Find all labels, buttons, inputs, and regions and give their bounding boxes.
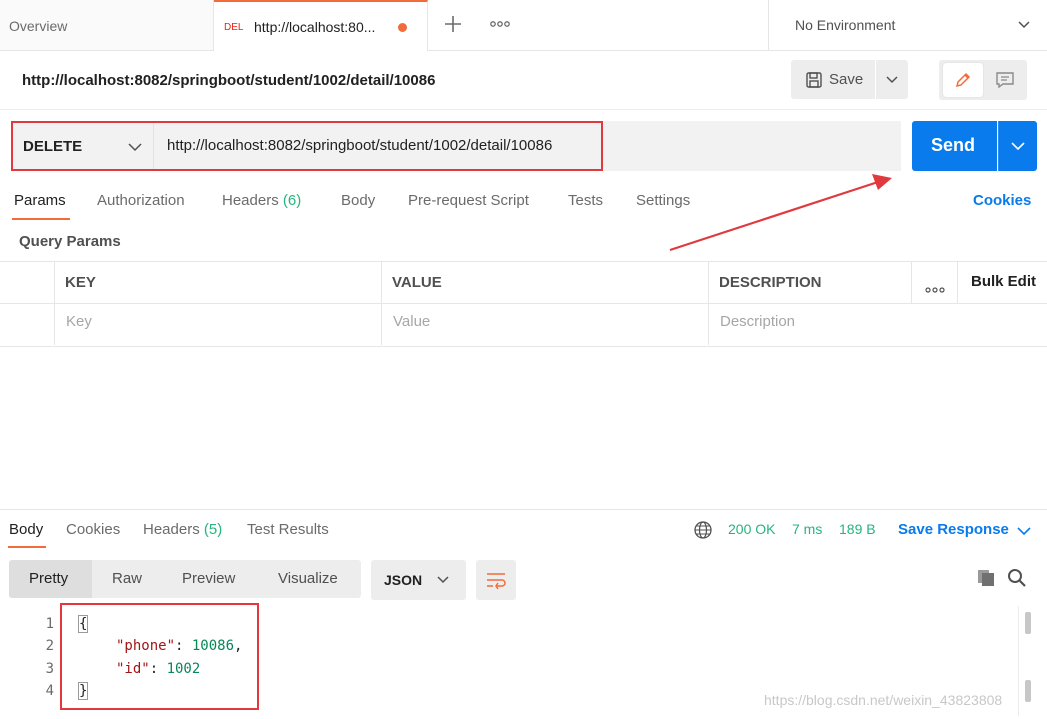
edit-mode-button[interactable] — [943, 63, 983, 97]
response-tab-headers[interactable]: Headers (5) — [143, 521, 222, 538]
pencil-icon — [955, 72, 971, 88]
line-number: 4 — [45, 683, 54, 699]
column-divider — [381, 262, 382, 345]
tab-authorization[interactable]: Authorization — [97, 192, 185, 209]
send-button-label: Send — [931, 135, 976, 155]
environment-selector[interactable]: No Environment — [768, 0, 1047, 50]
environment-label: No Environment — [795, 17, 896, 33]
params-row-divider — [0, 303, 1047, 304]
param-key-input[interactable]: Key — [66, 313, 92, 330]
param-description-input[interactable]: Description — [720, 313, 795, 330]
line-number: 1 — [45, 616, 54, 632]
active-response-tab-indicator — [8, 546, 46, 548]
response-tab-test-results[interactable]: Test Results — [247, 521, 329, 538]
response-tab-headers-label: Headers — [143, 521, 200, 538]
editor-scrollbar-thumb[interactable] — [1025, 680, 1031, 702]
send-options-dropdown[interactable] — [998, 121, 1037, 171]
editor-scroll-track — [1018, 606, 1019, 716]
comments-button[interactable] — [986, 63, 1024, 97]
format-value: JSON — [384, 572, 423, 588]
request-name: http://localhost:8082/springboot/student… — [22, 72, 436, 89]
chevron-down-icon — [1011, 142, 1025, 151]
column-divider — [957, 262, 958, 303]
highlight-box-response — [60, 603, 259, 710]
tab-tests[interactable]: Tests — [568, 192, 603, 209]
response-tab-body[interactable]: Body — [9, 521, 43, 538]
chevron-down-icon — [1018, 21, 1030, 29]
save-options-dropdown[interactable] — [876, 60, 908, 99]
response-divider — [0, 509, 1047, 510]
unsaved-changes-dot — [398, 23, 407, 32]
tab-headers-label: Headers — [222, 192, 279, 209]
response-tab-cookies[interactable]: Cookies — [66, 521, 120, 538]
view-raw[interactable]: Raw — [112, 570, 142, 587]
send-button[interactable]: Send — [912, 121, 997, 171]
more-tabs-ellipsis-icon[interactable] — [488, 14, 512, 34]
tab-pre-request-script[interactable]: Pre-request Script — [408, 192, 529, 209]
tab-headers-count: (6) — [282, 192, 302, 209]
view-visualize[interactable]: Visualize — [278, 570, 338, 587]
query-params-title: Query Params — [19, 233, 121, 250]
save-button[interactable]: Save — [791, 60, 875, 99]
watermark: https://blog.csdn.net/weixin_43823808 — [764, 692, 1003, 708]
copy-icon[interactable] — [976, 568, 996, 593]
wrap-lines-button[interactable] — [476, 560, 516, 600]
chevron-down-icon — [886, 76, 898, 84]
globe-icon[interactable] — [693, 520, 713, 545]
column-divider — [708, 262, 709, 345]
column-header-description: DESCRIPTION — [719, 274, 822, 291]
tab-active-request[interactable]: DEL http://localhost:80... — [214, 0, 428, 51]
response-headers-count: (5) — [203, 521, 223, 538]
editor-scrollbar-thumb[interactable] — [1025, 612, 1031, 634]
response-size[interactable]: 189 B — [839, 521, 876, 537]
response-time[interactable]: 7 ms — [792, 521, 822, 537]
view-preview[interactable]: Preview — [182, 570, 235, 587]
save-button-label: Save — [829, 71, 864, 88]
column-header-value: VALUE — [392, 274, 442, 291]
tab-headers[interactable]: Headers (6) — [222, 192, 301, 209]
column-divider — [54, 262, 55, 345]
param-value-input[interactable]: Value — [393, 313, 430, 330]
tab-request-title: http://localhost:80... — [254, 19, 376, 35]
new-tab-plus-icon[interactable] — [441, 12, 465, 36]
format-select[interactable]: JSON — [371, 560, 466, 600]
tab-overview[interactable]: Overview — [0, 0, 214, 50]
highlight-box-url — [11, 121, 603, 171]
save-response-button[interactable]: Save Response — [898, 521, 1009, 538]
cookies-link[interactable]: Cookies — [973, 192, 1031, 209]
search-icon[interactable] — [1007, 568, 1027, 593]
bulk-edit-button[interactable]: Bulk Edit — [971, 273, 1036, 290]
tab-method-badge: DEL — [224, 22, 244, 33]
chevron-down-icon — [437, 576, 449, 584]
tab-params[interactable]: Params — [14, 192, 66, 209]
tab-overview-label: Overview — [9, 18, 68, 34]
save-icon — [806, 72, 822, 88]
params-table — [0, 261, 1047, 347]
tab-body[interactable]: Body — [341, 192, 375, 209]
table-options-ellipsis-icon[interactable] — [925, 280, 945, 298]
chevron-down-icon[interactable] — [1017, 526, 1031, 536]
view-pretty[interactable]: Pretty — [29, 570, 68, 587]
line-number: 2 — [45, 638, 54, 654]
line-number: 3 — [45, 661, 54, 677]
active-tab-indicator — [12, 218, 70, 220]
comment-icon — [996, 72, 1014, 89]
column-divider — [911, 262, 912, 303]
column-header-key: KEY — [65, 274, 96, 291]
annotation-arrow — [669, 174, 892, 252]
wrap-lines-icon — [487, 573, 506, 590]
response-status[interactable]: 200 OK — [728, 521, 775, 537]
